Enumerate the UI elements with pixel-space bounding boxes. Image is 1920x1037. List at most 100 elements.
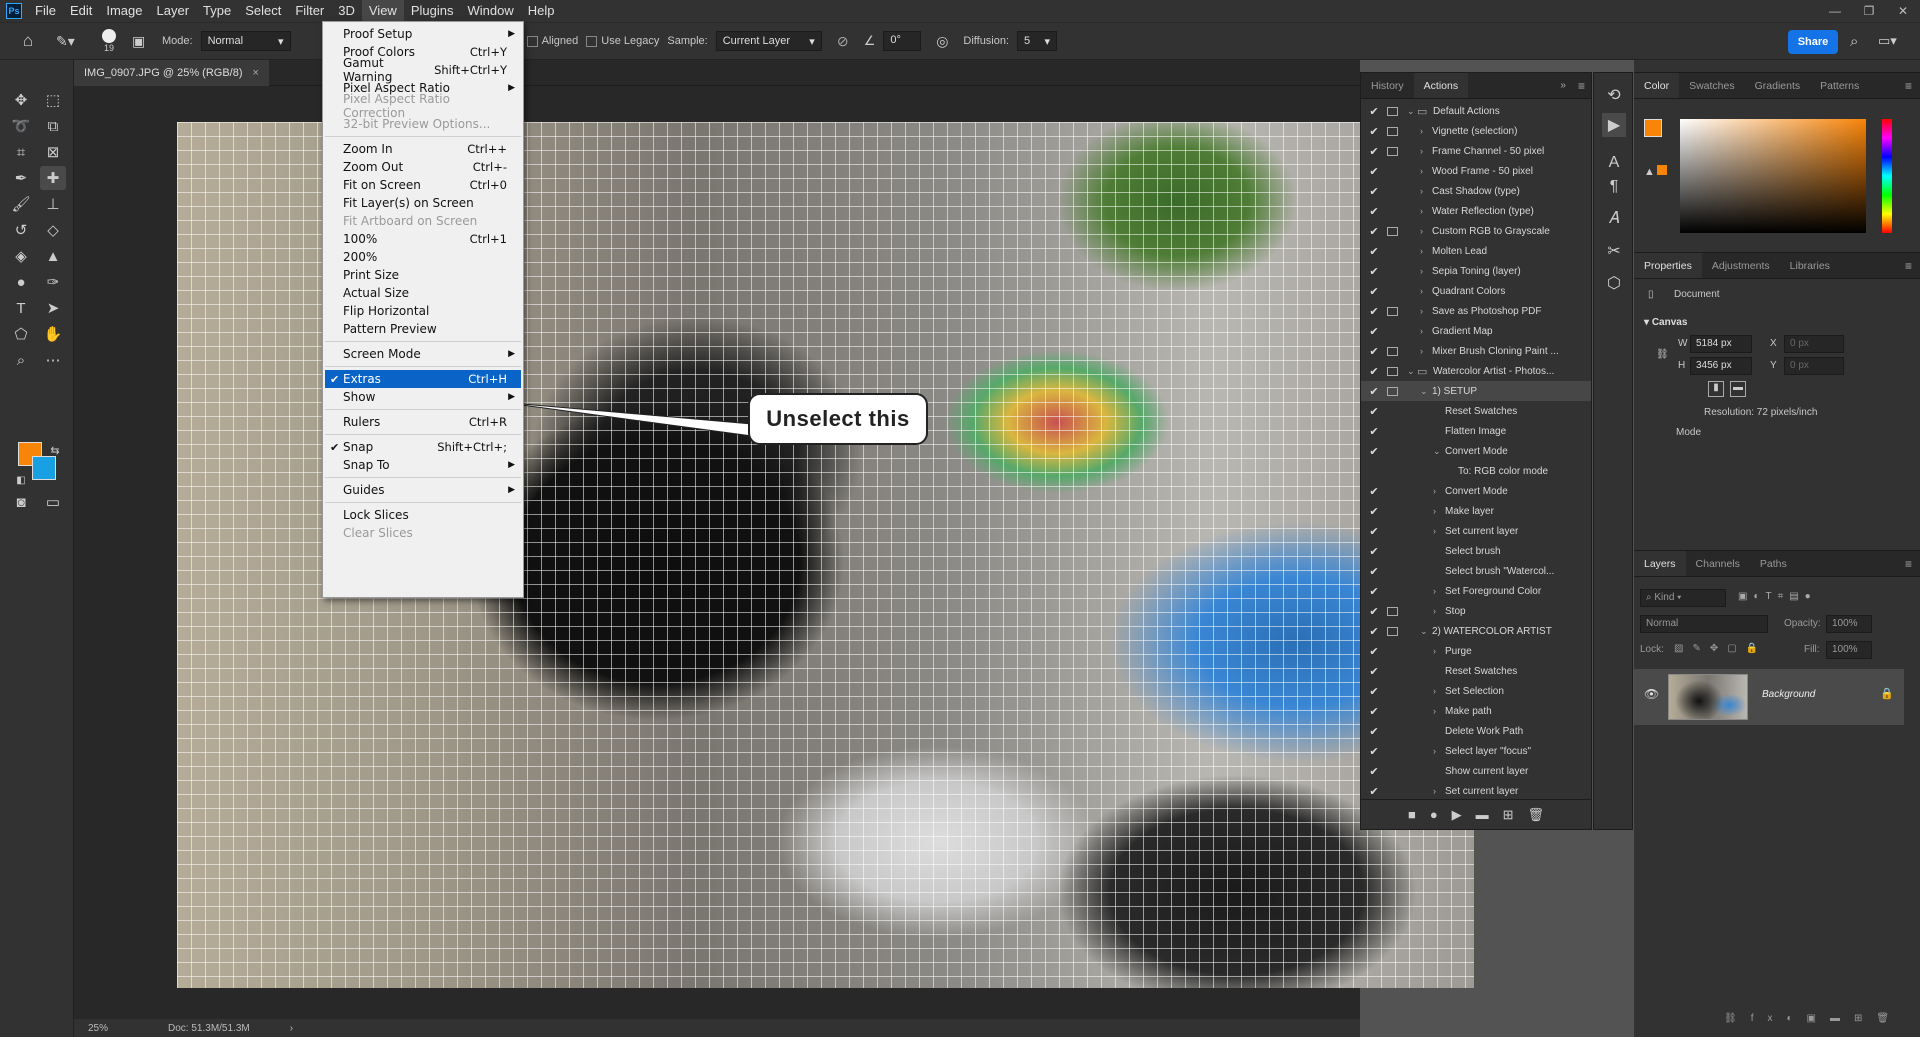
photoshop-logo[interactable]: Ps: [6, 3, 22, 19]
toggle-checkmark-icon[interactable]: ✔: [1367, 445, 1381, 458]
diffusion-select[interactable]: 5 ▾: [1017, 31, 1058, 51]
chevron-down-icon[interactable]: ⌄: [1407, 106, 1415, 117]
menu-3d[interactable]: 3D: [331, 0, 362, 22]
glyphs-panel-icon[interactable]: 𝐴: [1602, 207, 1626, 231]
menu-file[interactable]: File: [28, 0, 63, 22]
panel-menu-icon[interactable]: ≡: [1897, 73, 1920, 98]
landscape-icon[interactable]: ▬: [1730, 381, 1746, 397]
tab-patterns[interactable]: Patterns: [1810, 73, 1869, 98]
action-row[interactable]: ✔ › Molten Lead: [1361, 241, 1591, 261]
toggle-checkmark-icon[interactable]: ✔: [1367, 565, 1381, 578]
chevron-right-icon[interactable]: ›: [1433, 606, 1436, 616]
tab-gradients[interactable]: Gradients: [1745, 73, 1811, 98]
menu-window[interactable]: Window: [460, 0, 520, 22]
action-row[interactable]: ✔ › Water Reflection (type): [1361, 201, 1591, 221]
toggle-checkmark-icon[interactable]: ✔: [1367, 205, 1381, 218]
document-tab[interactable]: IMG_0907.JPG @ 25% (RGB/8) ×: [74, 60, 269, 86]
more-tools-icon[interactable]: ⋯: [40, 348, 66, 372]
brush-preset-picker[interactable]: 19: [94, 29, 124, 53]
swap-colors-icon[interactable]: ⇆: [42, 438, 68, 462]
x-input[interactable]: 0 px: [1784, 335, 1844, 353]
toggle-checkmark-icon[interactable]: ✔: [1367, 725, 1381, 738]
dialog-toggle-icon[interactable]: [1387, 386, 1398, 396]
menu-edit[interactable]: Edit: [63, 0, 99, 22]
toggle-checkmark-icon[interactable]: ✔: [1367, 265, 1381, 278]
tab-adjustments[interactable]: Adjustments: [1702, 253, 1780, 278]
menu-filter[interactable]: Filter: [288, 0, 331, 22]
action-row[interactable]: ✔ › Save as Photoshop PDF: [1361, 301, 1591, 321]
dialog-toggle-icon[interactable]: [1387, 626, 1398, 636]
blend-mode-select[interactable]: Normal: [1640, 615, 1768, 633]
search-icon[interactable]: ⌕: [1850, 33, 1858, 50]
panel-menu-icon[interactable]: ≡: [1897, 551, 1920, 576]
shape-tool-icon[interactable]: ⬠: [8, 322, 34, 346]
quick-mask-icon[interactable]: ◙: [8, 490, 34, 514]
action-row[interactable]: ✔ › Sepia Toning (layer): [1361, 261, 1591, 281]
toggle-checkmark-icon[interactable]: ✔: [1367, 225, 1381, 238]
chevron-right-icon[interactable]: ›: [1420, 186, 1423, 196]
history-brush-tool-icon[interactable]: ↺: [8, 218, 34, 242]
toggle-checkmark-icon[interactable]: ✔: [1367, 545, 1381, 558]
zoom-tool-icon[interactable]: ⌕: [8, 348, 34, 372]
toggle-checkmark-icon[interactable]: ✔: [1367, 405, 1381, 418]
sample-select[interactable]: Current Layer ▾: [715, 31, 822, 51]
tab-channels[interactable]: Channels: [1686, 551, 1750, 576]
action-row[interactable]: ✔ Flatten Image: [1361, 421, 1591, 441]
width-input[interactable]: 5184 px: [1690, 335, 1752, 353]
toggle-checkmark-icon[interactable]: ✔: [1367, 765, 1381, 778]
action-row[interactable]: ✔ ⌄ ▭ Watercolor Artist - Photos...: [1361, 361, 1591, 381]
brush-tool-icon[interactable]: 🖌: [8, 192, 34, 216]
toggle-checkmark-icon[interactable]: ✔: [1367, 785, 1381, 798]
play-icon[interactable]: ▶: [1452, 807, 1462, 823]
layers-footer-icons[interactable]: ⛓fx◐▣▬⊞🗑: [1724, 1013, 1903, 1024]
ignore-adjustment-icon[interactable]: ⊘: [830, 33, 856, 50]
view-menu-item-pattern-preview[interactable]: Pattern Preview: [325, 320, 521, 338]
action-row[interactable]: ✔ ⌄ Convert Mode: [1361, 441, 1591, 461]
dialog-toggle-icon[interactable]: [1387, 346, 1398, 356]
chevron-right-icon[interactable]: ›: [1420, 146, 1423, 156]
clone-stamp-tool-icon[interactable]: ⊥: [40, 192, 66, 216]
y-input[interactable]: 0 px: [1784, 357, 1844, 375]
menu-layer[interactable]: Layer: [150, 0, 197, 22]
action-row[interactable]: ✔ › Quadrant Colors: [1361, 281, 1591, 301]
action-row[interactable]: ✔ Delete Work Path: [1361, 721, 1591, 741]
new-action-icon[interactable]: ⊞: [1503, 807, 1514, 823]
panel-menu-icon[interactable]: ≡: [1897, 253, 1920, 278]
view-menu-item-guides[interactable]: Guides ▶: [325, 481, 521, 499]
menu-type[interactable]: Type: [196, 0, 238, 22]
chevron-right-icon[interactable]: ›: [1433, 586, 1436, 596]
stop-icon[interactable]: ■: [1408, 807, 1416, 822]
action-row[interactable]: ✔ › Mixer Brush Cloning Paint ...: [1361, 341, 1591, 361]
visibility-eye-icon[interactable]: 👁: [1644, 687, 1659, 701]
dialog-toggle-icon[interactable]: [1387, 226, 1398, 236]
lasso-tool-icon[interactable]: ➰: [8, 114, 34, 138]
layer-filter-icons[interactable]: ▣◐T⌗▤●: [1738, 591, 1817, 602]
marquee-tool-icon[interactable]: ⬚: [40, 88, 66, 112]
view-menu-item-flip-horizontal[interactable]: Flip Horizontal: [325, 302, 521, 320]
view-menu-item-snap-to[interactable]: Snap To ▶: [325, 456, 521, 474]
3d-panel-icon[interactable]: ⬡: [1602, 271, 1626, 295]
menu-image[interactable]: Image: [99, 0, 149, 22]
toggle-checkmark-icon[interactable]: ✔: [1367, 745, 1381, 758]
chevron-right-icon[interactable]: ›: [1420, 206, 1423, 216]
action-row[interactable]: ✔ ⌄ ▭ Default Actions: [1361, 101, 1591, 121]
close-icon[interactable]: ✕: [1886, 0, 1920, 22]
view-menu-item-gamut-warning[interactable]: Gamut Warning Shift+Ctrl+Y: [325, 56, 521, 84]
default-colors-icon[interactable]: ◧: [8, 468, 34, 492]
pressure-icon[interactable]: ◎: [929, 33, 955, 50]
toggle-checkmark-icon[interactable]: ✔: [1367, 305, 1381, 318]
action-row[interactable]: ✔ › Vignette (selection): [1361, 121, 1591, 141]
view-menu-item-print-size[interactable]: Print Size: [325, 266, 521, 284]
view-menu-item-extras[interactable]: ✔ Extras Ctrl+H: [325, 370, 521, 388]
toggle-checkmark-icon[interactable]: ✔: [1367, 585, 1381, 598]
view-menu-item-proof-setup[interactable]: Proof Setup ▶: [325, 25, 521, 43]
view-menu-item-screen-mode[interactable]: Screen Mode ▶: [325, 345, 521, 363]
pen-tool-icon[interactable]: ✑: [40, 270, 66, 294]
minimize-icon[interactable]: —: [1818, 0, 1852, 22]
frame-tool-icon[interactable]: ⊠: [40, 140, 66, 164]
chevron-right-icon[interactable]: ›: [1420, 226, 1423, 236]
opacity-input[interactable]: 100%: [1826, 615, 1872, 633]
toggle-checkmark-icon[interactable]: ✔: [1367, 385, 1381, 398]
use-legacy-checkbox[interactable]: Use Legacy: [586, 35, 659, 47]
tab-color[interactable]: Color: [1634, 73, 1680, 98]
